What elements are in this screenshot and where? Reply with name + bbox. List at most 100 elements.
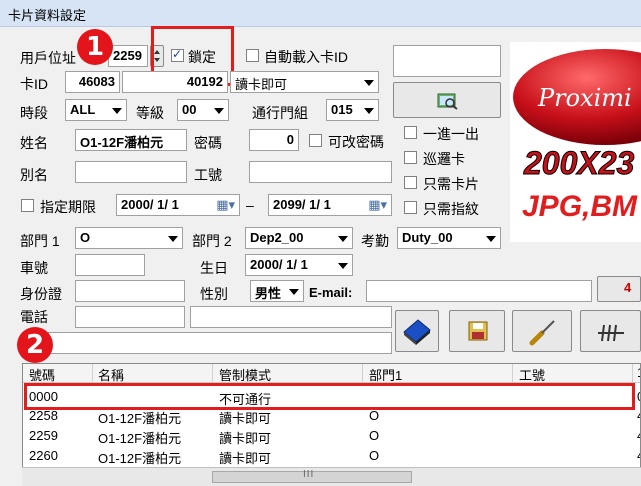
door-group-label: 通行門組 bbox=[252, 105, 308, 121]
phone-input[interactable] bbox=[75, 306, 185, 328]
dept2-select[interactable]: Dep2_00 bbox=[245, 227, 353, 249]
fingerprint-only-label: 只需指紋 bbox=[423, 201, 479, 217]
chevron-down-icon bbox=[289, 289, 299, 295]
level-select[interactable]: 00 bbox=[177, 99, 229, 121]
chevron-down-icon bbox=[338, 236, 348, 242]
gender-label: 性別 bbox=[200, 286, 228, 302]
shredder-icon bbox=[598, 324, 624, 342]
cell-extra: 4 bbox=[637, 428, 640, 443]
cell-name: O1-12F潘柏元 bbox=[98, 431, 182, 446]
table-row[interactable]: 2259 O1-12F潘柏元 讀卡即可 O 4 bbox=[23, 427, 640, 446]
table-horizontal-scrollbar[interactable]: III bbox=[22, 467, 641, 486]
cell-number: 2260 bbox=[29, 448, 58, 463]
card-mode-select[interactable]: 讀卡即可 bbox=[230, 71, 379, 93]
cell-dept1: O bbox=[369, 448, 380, 463]
chevron-down-icon bbox=[112, 108, 122, 114]
door-group-select[interactable]: 015 bbox=[326, 99, 379, 121]
card-mode-value: 讀卡即可 bbox=[235, 77, 288, 92]
cell-dept1: O bbox=[369, 428, 380, 443]
calendar-dropdown-icon: ▦▾ bbox=[216, 197, 235, 212]
date-to-picker[interactable]: 2099/ 1/ 1 ▦▾ bbox=[268, 194, 392, 216]
email-input[interactable] bbox=[366, 280, 592, 302]
photo-browse-button[interactable] bbox=[393, 82, 501, 118]
gender-value: 男性 bbox=[255, 286, 282, 301]
chevron-down-icon bbox=[214, 108, 224, 114]
side-action-button[interactable]: 4 bbox=[597, 276, 641, 302]
level-value: 00 bbox=[182, 102, 197, 117]
name-label: 姓名 bbox=[20, 135, 48, 151]
level-label: 等級 bbox=[136, 105, 164, 121]
column-header-employee-no[interactable]: 工號 bbox=[519, 365, 545, 384]
attendance-value: Duty_00 bbox=[402, 230, 453, 245]
tools-button[interactable] bbox=[512, 310, 572, 352]
new-card-button[interactable] bbox=[395, 310, 439, 352]
time-slot-select[interactable]: ALL bbox=[65, 99, 127, 121]
alias-input[interactable] bbox=[75, 161, 187, 183]
column-header-dept1[interactable]: 部門1 bbox=[369, 365, 402, 384]
column-separator bbox=[212, 364, 213, 382]
birthday-label: 生日 bbox=[200, 260, 228, 276]
auto-load-label: 自動載入卡ID bbox=[264, 49, 348, 65]
scrollbar-thumb[interactable]: III bbox=[212, 469, 412, 483]
screwdriver-icon bbox=[529, 320, 555, 346]
phone-ext-input[interactable] bbox=[190, 306, 392, 328]
valid-period-checkbox[interactable] bbox=[21, 199, 34, 212]
table-row[interactable]: 2260 O1-12F潘柏元 讀卡即可 O 4 bbox=[23, 447, 640, 466]
card-id-part1-input[interactable]: 46083 bbox=[65, 71, 120, 93]
floppy-disk-icon bbox=[468, 321, 488, 341]
save-button[interactable] bbox=[449, 310, 505, 352]
dept1-select[interactable]: O bbox=[75, 227, 183, 249]
cell-extra: 0 bbox=[637, 389, 640, 404]
logo-brand-text: Proximi bbox=[537, 84, 632, 112]
cell-number: 2259 bbox=[29, 428, 58, 443]
password-label: 密碼 bbox=[194, 135, 222, 151]
logo-format-text: JPG,BM bbox=[522, 190, 638, 223]
editable-password-checkbox[interactable] bbox=[309, 134, 322, 147]
column-separator bbox=[362, 364, 363, 382]
fingerprint-only-checkbox[interactable] bbox=[404, 201, 417, 214]
password-input[interactable]: 0 bbox=[249, 129, 299, 151]
column-separator bbox=[92, 364, 93, 382]
auto-load-checkbox[interactable] bbox=[246, 49, 259, 62]
chevron-down-icon bbox=[486, 236, 496, 242]
cell-name: O1-12F潘柏元 bbox=[98, 411, 182, 426]
cell-mode: 讀卡即可 bbox=[219, 411, 272, 426]
delete-button[interactable] bbox=[580, 310, 641, 352]
id-input[interactable] bbox=[75, 280, 185, 302]
birthday-select[interactable]: 2000/ 1/ 1 bbox=[245, 254, 353, 276]
gender-select[interactable]: 男性 bbox=[250, 280, 304, 302]
column-header-number[interactable]: 號碼 bbox=[29, 365, 55, 384]
date-from-picker[interactable]: 2000/ 1/ 1 ▦▾ bbox=[116, 194, 240, 216]
column-header-extra[interactable]: 1 bbox=[637, 365, 640, 380]
user-position-input[interactable]: 2259 bbox=[108, 45, 148, 67]
step-badge-1: 1 bbox=[77, 29, 113, 65]
remark-input[interactable] bbox=[48, 332, 392, 354]
column-header-name[interactable]: 名稱 bbox=[98, 365, 124, 384]
card-reader-icon bbox=[403, 319, 431, 345]
anti-passback-checkbox[interactable] bbox=[404, 126, 417, 139]
name-input[interactable]: O1-12F潘柏元 bbox=[75, 129, 187, 151]
chevron-down-icon bbox=[364, 108, 374, 114]
column-separator bbox=[512, 364, 513, 382]
card-only-checkbox[interactable] bbox=[404, 176, 417, 189]
column-header-mode[interactable]: 管制模式 bbox=[219, 365, 271, 384]
column-separator bbox=[632, 364, 633, 382]
editable-password-label: 可改密碼 bbox=[328, 134, 384, 150]
date-from-value: 2000/ 1/ 1 bbox=[121, 197, 179, 212]
plate-input[interactable] bbox=[75, 254, 145, 276]
employee-no-input[interactable] bbox=[249, 161, 392, 183]
dept2-value: Dep2_00 bbox=[250, 230, 304, 245]
cell-mode: 讀卡即可 bbox=[219, 431, 272, 446]
patrol-checkbox[interactable] bbox=[404, 151, 417, 164]
plate-label: 車號 bbox=[20, 260, 48, 276]
table-header-row: 號碼 名稱 管制模式 部門1 工號 1 bbox=[23, 364, 640, 384]
card-only-label: 只需卡片 bbox=[423, 176, 479, 192]
anti-passback-label: 一進一出 bbox=[423, 126, 479, 142]
side-action-button-text: 4 bbox=[624, 280, 632, 295]
window-title: 卡片資料設定 bbox=[8, 8, 87, 23]
logo-size-text: 200X23 bbox=[523, 145, 635, 181]
card-id-part2-input[interactable]: 40192 bbox=[122, 71, 228, 93]
cell-extra: 4 bbox=[637, 448, 640, 463]
attendance-select[interactable]: Duty_00 bbox=[397, 227, 501, 249]
window-titlebar: 卡片資料設定 bbox=[0, 0, 641, 27]
